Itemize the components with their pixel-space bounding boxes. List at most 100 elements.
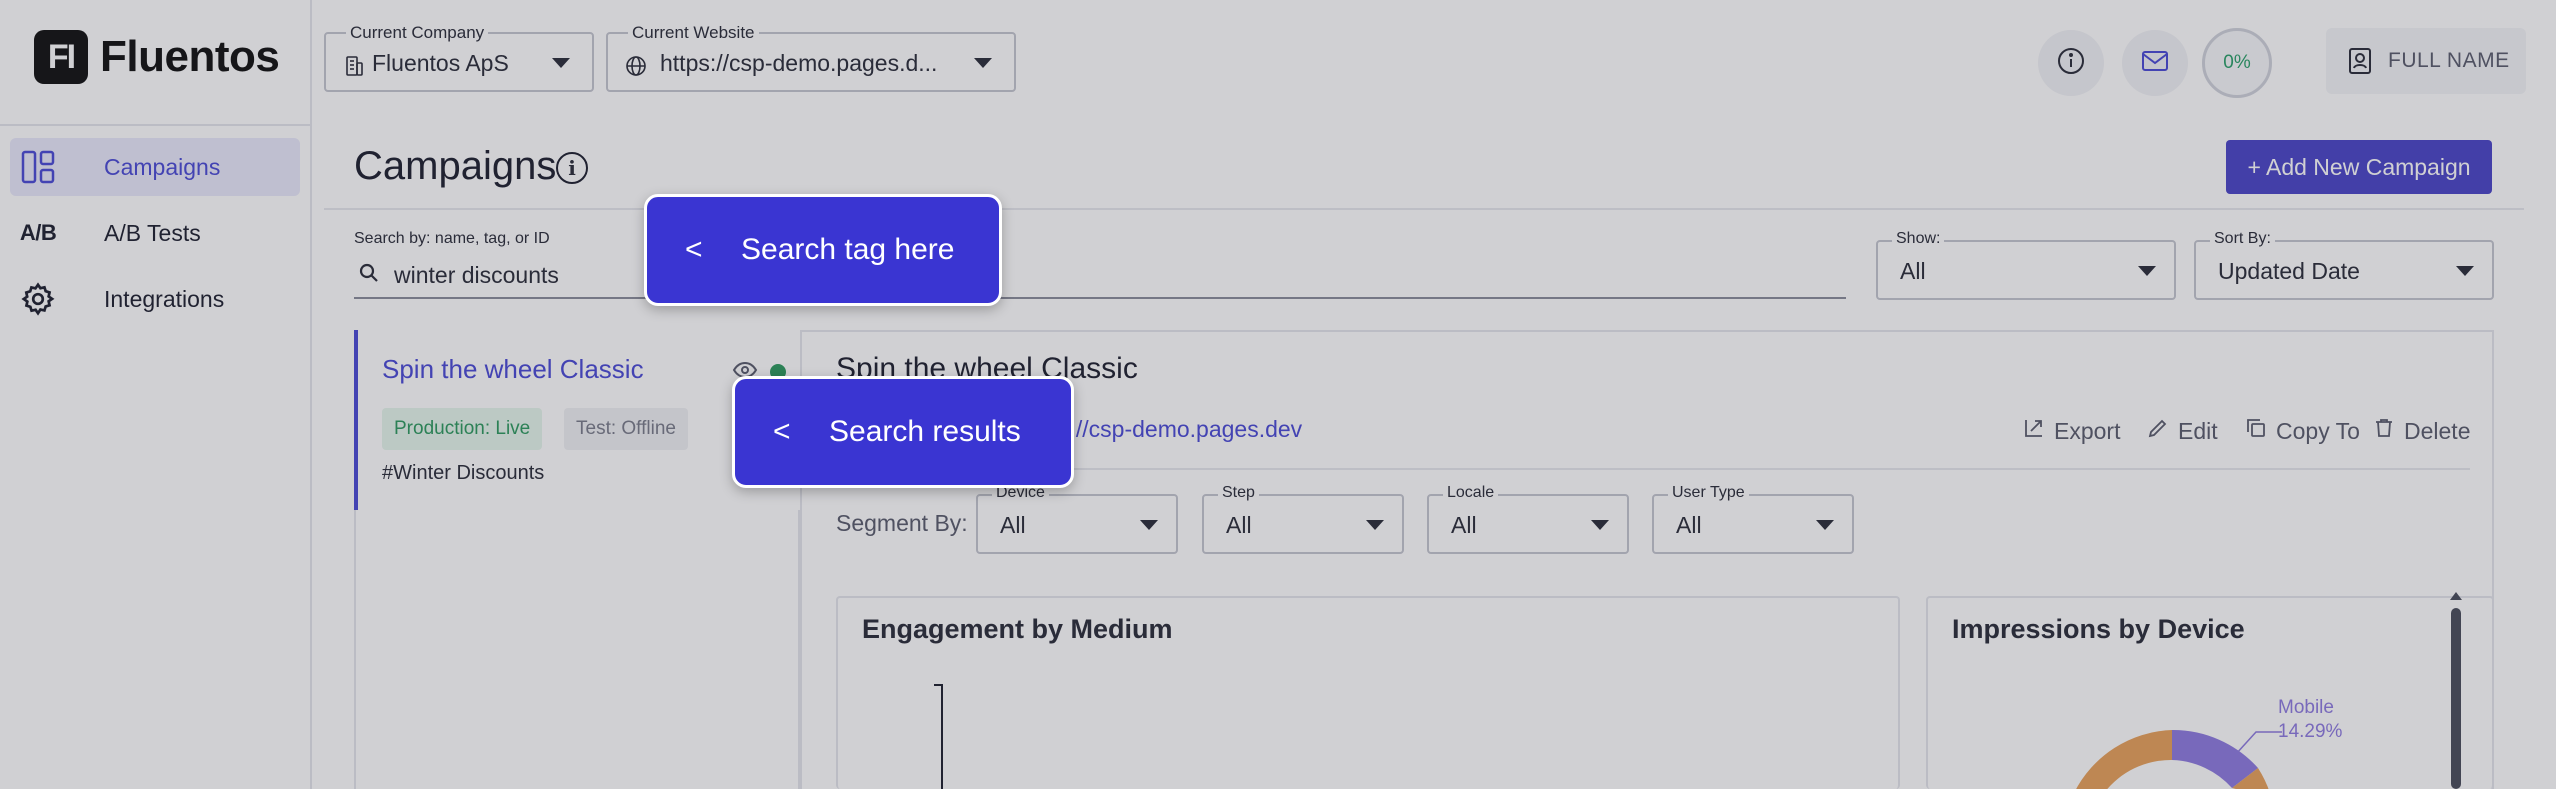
chevron-down-icon bbox=[1816, 520, 1834, 530]
campaign-tag: #Winter Discounts bbox=[382, 462, 545, 484]
sidebar: FI Fluentos Campaigns A/B A/B Tests Inte… bbox=[0, 0, 312, 789]
user-menu-button[interactable]: FULL NAME bbox=[2326, 28, 2526, 94]
engagement-chart-card: Engagement by Medium bbox=[836, 596, 1900, 789]
user-profile-icon bbox=[2346, 46, 2376, 81]
tour-tip-search[interactable]: < Search tag here bbox=[644, 194, 1002, 306]
chevron-down-icon bbox=[2456, 266, 2474, 276]
delete-button[interactable]: Delete bbox=[2372, 416, 2470, 446]
trash-icon bbox=[2372, 416, 2396, 446]
production-status-badge: Production: Live bbox=[382, 408, 543, 450]
title-info-icon[interactable]: i bbox=[556, 152, 588, 184]
company-select-value: Fluentos ApS bbox=[372, 50, 509, 76]
chevron-down-icon bbox=[2138, 266, 2156, 276]
company-select[interactable]: Current Company Fluentos ApS bbox=[324, 23, 594, 92]
detail-scrollbar[interactable] bbox=[2448, 590, 2462, 789]
show-filter-legend: Show: bbox=[1892, 230, 1945, 248]
donut-slice-desktop bbox=[2076, 730, 2172, 789]
segment-user-type-select[interactable]: User Type All bbox=[1652, 484, 1854, 554]
tour-tip-arrow: < bbox=[773, 415, 791, 448]
mobile-label: Mobile bbox=[2278, 697, 2334, 718]
sidebar-item-label: Integrations bbox=[104, 285, 225, 312]
export-label: Export bbox=[2054, 417, 2121, 444]
sidebar-item-integrations[interactable]: Integrations bbox=[10, 270, 300, 328]
copy-to-button[interactable]: Copy To bbox=[2244, 416, 2360, 446]
info-icon bbox=[2056, 46, 2086, 81]
chevron-down-icon bbox=[1591, 520, 1609, 530]
copy-icon bbox=[2244, 416, 2268, 446]
progress-indicator[interactable]: 0% bbox=[2202, 28, 2272, 98]
test-status-badge: Test: Offline bbox=[564, 408, 688, 450]
info-button[interactable] bbox=[2038, 30, 2104, 96]
search-input[interactable]: winter discounts bbox=[394, 262, 559, 289]
chevron-down-icon bbox=[974, 58, 992, 68]
website-select-legend: Current Website bbox=[628, 23, 759, 43]
gear-icon bbox=[20, 281, 56, 317]
sidebar-divider bbox=[0, 124, 310, 126]
add-campaign-button[interactable]: + Add New Campaign bbox=[2226, 140, 2492, 194]
campaigns-icon bbox=[20, 149, 56, 185]
segment-by-label: Segment By: bbox=[836, 510, 968, 536]
donut-leader-line bbox=[2235, 731, 2282, 755]
export-icon bbox=[2022, 416, 2046, 446]
impressions-chart-card: Impressions by Device Mobile 14.29% bbox=[1926, 596, 2494, 789]
search-icon bbox=[358, 262, 380, 289]
segment-step-select[interactable]: Step All bbox=[1202, 484, 1404, 554]
sort-by-value: Updated Date bbox=[2218, 258, 2360, 284]
page-title: Campaigns bbox=[354, 144, 557, 188]
user-name-label: FULL NAME bbox=[2388, 49, 2510, 72]
website-select-value: https://csp-demo.pages.d... bbox=[660, 50, 938, 76]
messages-button[interactable] bbox=[2122, 30, 2188, 96]
edit-label: Edit bbox=[2178, 417, 2218, 444]
search-underline bbox=[354, 297, 1846, 299]
export-button[interactable]: Export bbox=[2022, 416, 2120, 446]
segment-locale-select[interactable]: Locale All bbox=[1427, 484, 1629, 554]
edit-icon bbox=[2146, 416, 2170, 446]
segment-locale-legend: Locale bbox=[1443, 484, 1499, 502]
edit-button[interactable]: Edit bbox=[2146, 416, 2218, 446]
segment-device-select[interactable]: Device All bbox=[976, 484, 1178, 554]
sidebar-item-label: Campaigns bbox=[104, 153, 221, 180]
brand-name: Fluentos bbox=[100, 32, 280, 81]
tour-tip-arrow: < bbox=[685, 233, 703, 266]
tour-tip-results[interactable]: < Search results bbox=[732, 376, 1074, 488]
sort-by-select[interactable]: Sort By: Updated Date bbox=[2194, 230, 2494, 300]
company-icon bbox=[342, 54, 366, 78]
chevron-down-icon bbox=[1140, 520, 1158, 530]
show-filter-value: All bbox=[1900, 258, 1926, 284]
segment-step-legend: Step bbox=[1218, 484, 1259, 502]
segment-locale-value: All bbox=[1451, 512, 1477, 538]
chevron-down-icon bbox=[552, 58, 570, 68]
globe-icon bbox=[624, 54, 648, 78]
chart-axis bbox=[934, 684, 943, 789]
brand-logo[interactable]: FI Fluentos bbox=[34, 30, 280, 84]
campaign-title[interactable]: Spin the wheel Classic bbox=[382, 354, 644, 385]
sidebar-item-campaigns[interactable]: Campaigns bbox=[10, 138, 300, 196]
mobile-value: 14.29% bbox=[2278, 721, 2343, 742]
mail-icon bbox=[2140, 46, 2170, 81]
impressions-chart-title: Impressions by Device bbox=[1952, 614, 2245, 644]
logo-mark: FI bbox=[34, 30, 88, 84]
topbar: Current Company Fluentos ApS Current Web… bbox=[312, 0, 2556, 120]
segment-user-type-legend: User Type bbox=[1668, 484, 1749, 502]
sort-by-legend: Sort By: bbox=[2210, 230, 2275, 248]
segment-device-value: All bbox=[1000, 512, 1026, 538]
ab-tests-icon: A/B bbox=[19, 220, 57, 245]
delete-label: Delete bbox=[2404, 417, 2471, 444]
search-label: Search by: name, tag, or ID bbox=[354, 230, 550, 247]
tour-tip-text: Search results bbox=[829, 415, 1021, 448]
website-select[interactable]: Current Website https://csp-demo.pages.d… bbox=[606, 23, 1016, 92]
sidebar-item-label: A/B Tests bbox=[104, 219, 201, 246]
show-filter-select[interactable]: Show: All bbox=[1876, 230, 2176, 300]
copy-to-label: Copy To bbox=[2276, 417, 2360, 444]
detail-url-link[interactable]: s://csp-demo.pages.dev bbox=[1058, 416, 1302, 443]
tour-tip-text: Search tag here bbox=[741, 233, 955, 266]
sidebar-item-ab-tests[interactable]: A/B A/B Tests bbox=[10, 204, 300, 262]
scrollbar-track bbox=[2450, 592, 2462, 789]
company-select-legend: Current Company bbox=[346, 23, 489, 43]
chevron-down-icon bbox=[1366, 520, 1384, 530]
detail-divider bbox=[836, 468, 2470, 470]
engagement-chart-title: Engagement by Medium bbox=[862, 614, 1173, 644]
segment-user-type-value: All bbox=[1676, 512, 1702, 538]
mobile-slice-label: Mobile 14.29% bbox=[2278, 696, 2342, 744]
segment-step-value: All bbox=[1226, 512, 1252, 538]
